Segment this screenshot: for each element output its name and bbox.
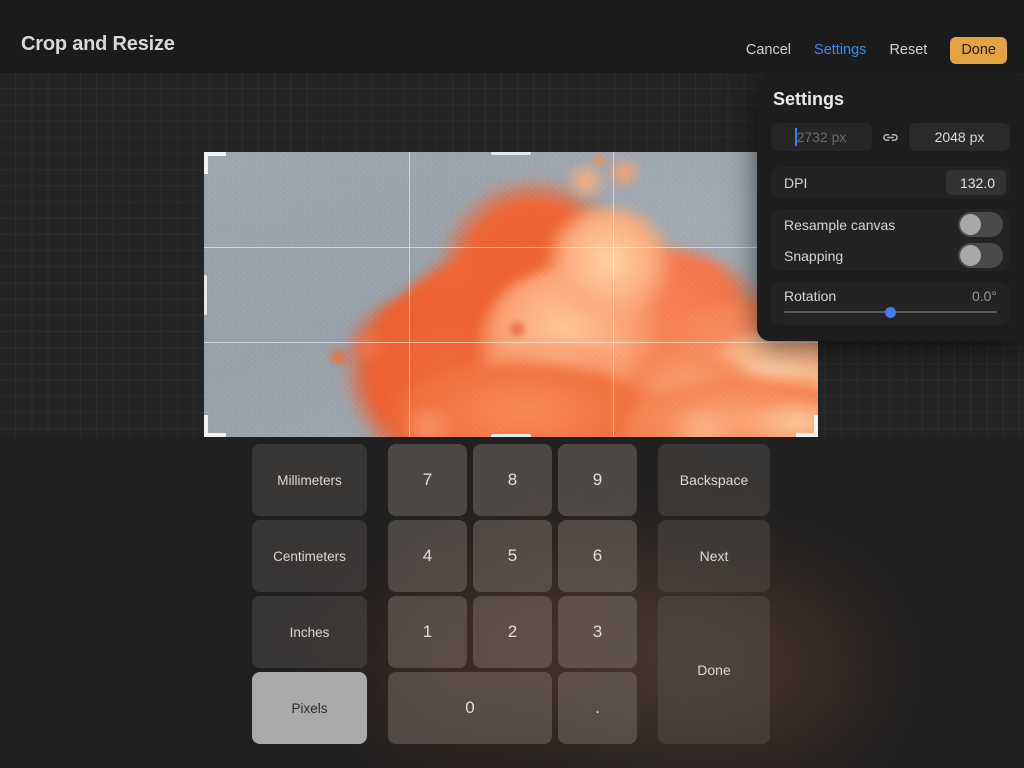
digit-key-8-label: 8 [507, 470, 518, 489]
digit-key-7-label: 7 [422, 470, 433, 489]
unit-key-pixels[interactable]: Pixels [252, 672, 367, 744]
dpi-group: DPI 132.0 [771, 167, 1010, 198]
digit-key-9[interactable]: 9 [558, 444, 637, 516]
keypad-done-key[interactable]: Done [658, 596, 770, 744]
unit-key-millimeters[interactable]: Millimeters [252, 444, 367, 516]
digit-key-9-label: 9 [592, 470, 603, 489]
width-input-value: 2732 px [796, 129, 847, 145]
backspace-key-label: Backspace [679, 472, 749, 488]
digit-key-6[interactable]: 6 [558, 520, 637, 592]
resample-canvas-row: Resample canvas [771, 209, 1010, 240]
chain-link-icon[interactable] [881, 128, 900, 147]
settings-popover: Settings 2732 px 2048 px DPI 132.0 Resam… [757, 64, 1024, 341]
snapping-label: Snapping [784, 247, 844, 264]
crop-frame[interactable] [204, 152, 818, 437]
done-button[interactable]: Done [950, 36, 1007, 64]
resample-canvas-toggle[interactable] [958, 212, 1003, 237]
height-input-value: 2048 px [934, 129, 985, 145]
digit-key-0-label: 0 [465, 698, 475, 717]
digit-key-6-label: 6 [592, 546, 603, 565]
page-title: Crop and Resize [21, 33, 175, 55]
toggle-knob [960, 214, 981, 235]
cancel-button[interactable]: Cancel [746, 36, 791, 64]
dpi-input[interactable]: 132.0 [946, 170, 1006, 195]
digit-key-2-label: 2 [507, 622, 518, 641]
resample-canvas-label: Resample canvas [784, 216, 896, 233]
rotation-value: 0.0° [971, 288, 997, 304]
settings-popover-title: Settings [773, 89, 845, 109]
toolbar-actions: Cancel Settings Reset Done [746, 36, 1007, 64]
unit-key-inches[interactable]: Inches [252, 596, 367, 668]
digit-key-5[interactable]: 5 [473, 520, 552, 592]
digit-key-3[interactable]: 3 [558, 596, 637, 668]
crop-handle-bottom-right[interactable] [796, 415, 818, 437]
unit-key-pixels-label: Pixels [291, 700, 328, 716]
crop-handle-bottom-left[interactable] [204, 415, 226, 437]
width-input[interactable]: 2732 px [771, 123, 872, 151]
crop-handle-top[interactable] [491, 152, 531, 155]
digit-key-3-label: 3 [592, 622, 603, 641]
text-caret [795, 128, 797, 146]
keypad-done-key-label: Done [697, 662, 731, 678]
toggle-knob [960, 245, 981, 266]
snapping-row: Snapping [771, 240, 1010, 271]
height-input[interactable]: 2048 px [909, 123, 1010, 151]
reset-button[interactable]: Reset [889, 36, 927, 64]
image-canvas[interactable] [204, 152, 818, 437]
dpi-row: DPI 132.0 [771, 167, 1010, 198]
digit-key-5-label: 5 [507, 546, 518, 565]
decimal-point-key-label: . [595, 698, 600, 717]
snapping-toggle[interactable] [958, 243, 1003, 268]
crop-handle-top-left[interactable] [204, 152, 226, 174]
rotation-label: Rotation [784, 288, 837, 304]
next-key-label: Next [699, 548, 729, 564]
top-toolbar: Crop and Resize Cancel Settings Reset Do… [0, 0, 1024, 73]
next-key[interactable]: Next [658, 520, 770, 592]
unit-key-centimeters[interactable]: Centimeters [252, 520, 367, 592]
rotation-slider-thumb[interactable] [885, 306, 896, 318]
digit-key-1-label: 1 [422, 622, 433, 641]
toggles-group: Resample canvas Snapping [771, 209, 1010, 271]
digit-key-2[interactable]: 2 [473, 596, 552, 668]
crop-and-resize-screen: Millimeters Centimeters Inches Pixels 7 … [0, 0, 1024, 768]
digit-key-1[interactable]: 1 [388, 596, 467, 668]
digit-key-4[interactable]: 4 [388, 520, 467, 592]
unit-key-millimeters-label: Millimeters [277, 472, 342, 488]
decimal-point-key[interactable]: . [558, 672, 637, 744]
keypad-keys: Millimeters Centimeters Inches Pixels 7 … [252, 444, 770, 747]
digit-key-4-label: 4 [422, 546, 433, 565]
digit-key-8[interactable]: 8 [473, 444, 552, 516]
unit-key-inches-label: Inches [289, 624, 330, 640]
digit-key-7[interactable]: 7 [388, 444, 467, 516]
digit-key-0[interactable]: 0 [388, 672, 552, 744]
backspace-key[interactable]: Backspace [658, 444, 770, 516]
rotation-header: Rotation 0.0° [784, 288, 997, 304]
settings-button[interactable]: Settings [814, 36, 866, 64]
rotation-group: Rotation 0.0° [771, 282, 1010, 325]
rotation-slider[interactable] [784, 306, 997, 318]
dimensions-row: 2732 px 2048 px [771, 123, 1010, 151]
dpi-label: DPI [784, 174, 808, 191]
unit-key-centimeters-label: Centimeters [273, 548, 346, 564]
crop-handle-left[interactable] [204, 274, 207, 315]
